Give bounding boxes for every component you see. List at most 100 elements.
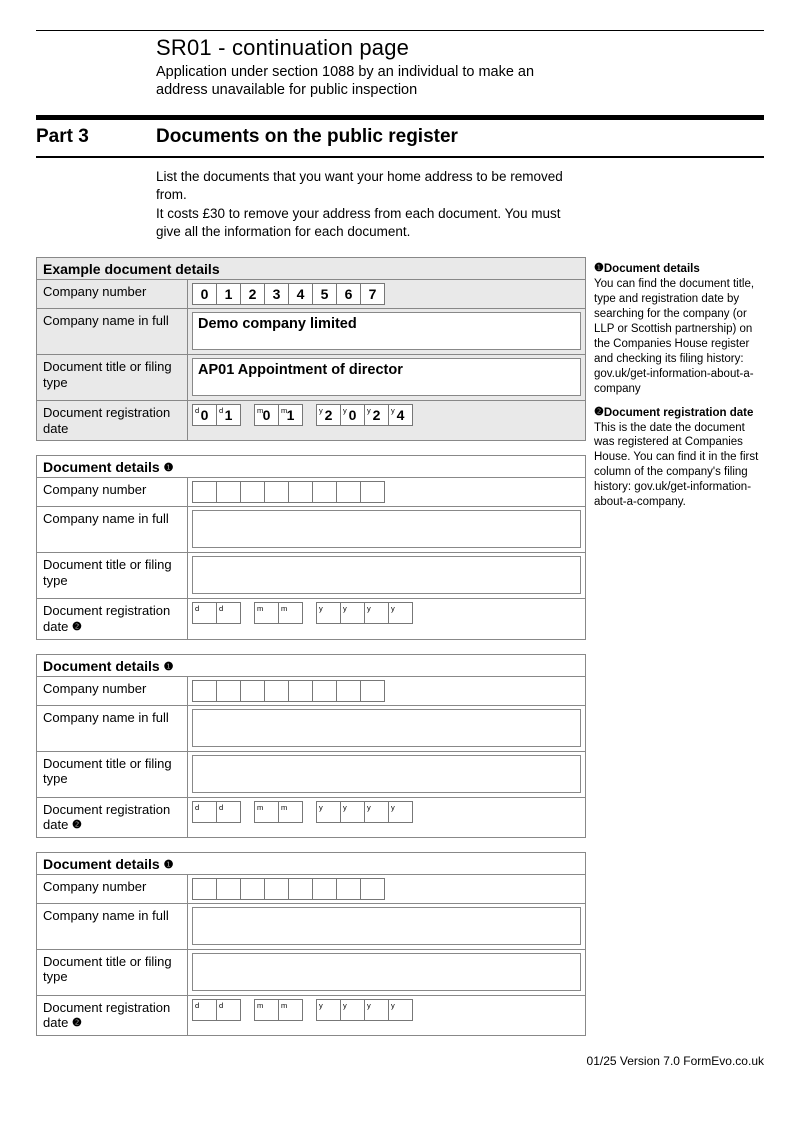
- label-reg-date: Document registration date ❷: [37, 996, 187, 1035]
- row-company-number: Company number: [37, 875, 585, 904]
- digit-input[interactable]: [336, 680, 361, 702]
- company-name-input[interactable]: [192, 510, 581, 548]
- digit-input[interactable]: [288, 481, 313, 503]
- header: SR01 - continuation page Application und…: [36, 35, 764, 99]
- doc-title-input[interactable]: [192, 556, 581, 594]
- label-reg-date: Document registration date: [37, 401, 187, 440]
- digit-input[interactable]: [288, 878, 313, 900]
- example-heading: Example document details: [37, 258, 585, 280]
- footer-version: 01/25 Version 7.0: [587, 1054, 680, 1068]
- date-input-m[interactable]: m: [254, 801, 279, 823]
- digit-input[interactable]: [312, 481, 337, 503]
- date-input-y[interactable]: y: [340, 602, 365, 624]
- label-company-name: Company name in full: [37, 706, 187, 751]
- value-company-number: 0 1 2 3 4 5 6 7: [187, 280, 585, 308]
- digit-input[interactable]: [336, 878, 361, 900]
- digit-input[interactable]: [192, 481, 217, 503]
- date-input-y[interactable]: y: [388, 602, 413, 624]
- intro-text: List the documents that you want your ho…: [36, 158, 576, 257]
- details-heading: Document details ❶: [37, 853, 585, 875]
- digit-input[interactable]: [216, 680, 241, 702]
- label-reg-date: Document registration date ❷: [37, 599, 187, 638]
- footnote-2-icon: ❷: [594, 405, 604, 419]
- value-reg-date: d d m m y y y y: [187, 996, 585, 1035]
- note-document-details: ❶Document details You can find the docum…: [594, 261, 764, 396]
- digit-box: 5: [312, 283, 337, 305]
- date-input-m[interactable]: m: [254, 602, 279, 624]
- company-name-input[interactable]: [192, 907, 581, 945]
- company-name-input[interactable]: [192, 709, 581, 747]
- digit-input[interactable]: [240, 878, 265, 900]
- digit-input[interactable]: [192, 680, 217, 702]
- footnote-1-icon: ❶: [164, 660, 174, 673]
- page-footer: 01/25 Version 7.0 FormEvo.co.uk: [36, 1054, 764, 1068]
- value-company-number: [187, 677, 585, 705]
- date-input-d[interactable]: d: [216, 801, 241, 823]
- digit-input[interactable]: [240, 680, 265, 702]
- date-input-y[interactable]: y: [340, 999, 365, 1021]
- date-input-y[interactable]: y: [364, 801, 389, 823]
- label-company-name: Company name in full: [37, 507, 187, 552]
- label-doc-title: Document title or filing type: [37, 355, 187, 400]
- date-input-y[interactable]: y: [316, 999, 341, 1021]
- doc-title-input[interactable]: [192, 953, 581, 991]
- digit-box: 1: [216, 283, 241, 305]
- entry-section: Document details ❶ Company number Compan…: [36, 654, 586, 838]
- date-box-y: y2: [316, 404, 341, 426]
- part-title: Documents on the public register: [156, 126, 458, 148]
- digit-input[interactable]: [240, 481, 265, 503]
- digit-input[interactable]: [288, 680, 313, 702]
- date-input-d[interactable]: d: [192, 602, 217, 624]
- label-doc-title: Document title or filing type: [37, 950, 187, 995]
- digit-input[interactable]: [360, 680, 385, 702]
- digit-input[interactable]: [192, 878, 217, 900]
- digit-input[interactable]: [216, 878, 241, 900]
- row-doc-title: Document title or filing type: [37, 950, 585, 996]
- part-heading: Part 3 Documents on the public register: [36, 115, 764, 158]
- digit-input[interactable]: [360, 481, 385, 503]
- date-input-y[interactable]: y: [340, 801, 365, 823]
- notes-column: ❶Document details You can find the docum…: [594, 257, 764, 518]
- form-code: SR01 - continuation page: [156, 35, 764, 61]
- date-input-y[interactable]: y: [388, 999, 413, 1021]
- row-company-name: Company name in full: [37, 706, 585, 752]
- row-company-number: Company number 0 1 2 3 4 5 6 7: [37, 280, 585, 309]
- digit-input[interactable]: [264, 481, 289, 503]
- label-company-number: Company number: [37, 478, 187, 506]
- label-company-number: Company number: [37, 875, 187, 903]
- date-input-d[interactable]: d: [216, 999, 241, 1021]
- date-input-d[interactable]: d: [192, 999, 217, 1021]
- doc-title-input[interactable]: [192, 755, 581, 793]
- date-input-d[interactable]: d: [192, 801, 217, 823]
- digit-input[interactable]: [312, 680, 337, 702]
- form-subtitle: Application under section 1088 by an ind…: [156, 63, 586, 99]
- date-input-m[interactable]: m: [278, 801, 303, 823]
- digit-input[interactable]: [312, 878, 337, 900]
- date-input-y[interactable]: y: [364, 602, 389, 624]
- digit-box: 7: [360, 283, 385, 305]
- entry-section: Document details ❶ Company number Compan…: [36, 852, 586, 1036]
- digit-box: 0: [192, 283, 217, 305]
- digit-input[interactable]: [360, 878, 385, 900]
- label-company-number: Company number: [37, 280, 187, 308]
- date-box-y: y0: [340, 404, 365, 426]
- digit-input[interactable]: [264, 878, 289, 900]
- value-reg-date: d d m m y y y y: [187, 599, 585, 638]
- digit-input[interactable]: [264, 680, 289, 702]
- part-label: Part 3: [36, 126, 156, 148]
- date-input-m[interactable]: m: [278, 602, 303, 624]
- date-input-y[interactable]: y: [316, 602, 341, 624]
- date-input-y[interactable]: y: [364, 999, 389, 1021]
- date-input-m[interactable]: m: [254, 999, 279, 1021]
- digit-input[interactable]: [216, 481, 241, 503]
- footnote-2-icon: ❷: [72, 1017, 82, 1030]
- date-input-y[interactable]: y: [316, 801, 341, 823]
- value-company-number: [187, 478, 585, 506]
- digit-box: 4: [288, 283, 313, 305]
- date-input-y[interactable]: y: [388, 801, 413, 823]
- value-reg-date: d d m m y y y y: [187, 798, 585, 837]
- label-company-name: Company name in full: [37, 904, 187, 949]
- digit-input[interactable]: [336, 481, 361, 503]
- date-input-d[interactable]: d: [216, 602, 241, 624]
- date-input-m[interactable]: m: [278, 999, 303, 1021]
